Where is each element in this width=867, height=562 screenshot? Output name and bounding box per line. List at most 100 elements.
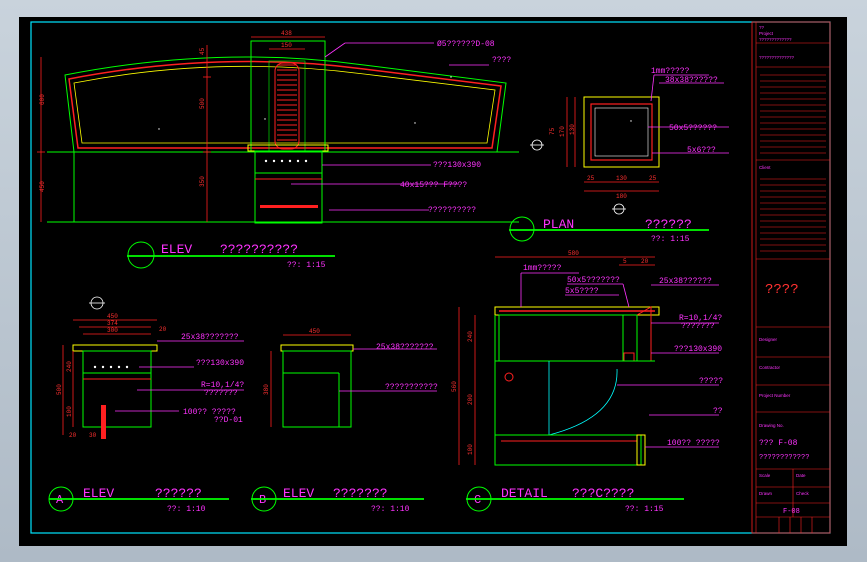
tb-drawing-title: ???? — [765, 282, 799, 298]
detail-c-callout-2: 50x5??????? — [567, 276, 620, 285]
elev-main-dim-h2: 450 — [39, 181, 46, 192]
tb-drawing-no-label: Drawing No. — [759, 423, 784, 428]
detail-c-drawing: 580 560 240 200 100 5 20 1mm????? 50x5??… — [451, 250, 723, 514]
plan-dim-1: 75 — [549, 127, 556, 135]
detail-c-dim-h4: 100 — [467, 444, 474, 455]
elev-a-marker: A — [56, 493, 64, 507]
tb-contractor: Contractor — [759, 365, 781, 370]
detail-c-dim-h2: 240 — [467, 331, 474, 342]
detail-c-callout-1: 1mm????? — [523, 264, 562, 273]
detail-c-dim-w1: 580 — [568, 250, 579, 257]
elev-a-dim-h3: 100 — [66, 406, 73, 417]
elev-a-callout-4: ??????? — [204, 389, 238, 398]
elev-a-title: ELEV — [83, 486, 114, 501]
cad-drawing: 600 450 500 350 45 438 150 Ø5??????D-08 … — [30, 21, 831, 534]
elev-a-dim-h1: 500 — [56, 384, 63, 395]
elev-b-title: ELEV — [283, 486, 314, 501]
plan-dim-7: 25 — [649, 175, 657, 182]
elev-main-scale: ??: 1:15 — [287, 261, 326, 270]
tb-label-3: ????????????? — [759, 37, 792, 42]
elev-main-callout-4: 40x15??? F???? — [400, 181, 467, 190]
detail-c-dim-d1: 5 — [623, 258, 627, 265]
plan-dim-4: 25 — [587, 175, 595, 182]
tb-drawn-label: Drawn — [759, 491, 773, 496]
detail-c-callout-6: ??????? — [681, 322, 715, 331]
elev-b-dim-w1: 450 — [309, 328, 320, 335]
plan-dim-2: 170 — [559, 126, 566, 137]
elev-a-drawing: 450 374 300 20 500 240 100 20 30 25x38??… — [48, 296, 244, 514]
plan-scale: ??: 1:15 — [651, 235, 690, 244]
tb-label-4: ?????????????? — [759, 55, 795, 60]
title-block: ?? Project ????????????? ?????????????? … — [751, 21, 831, 534]
elev-main-dim-top: 438 — [281, 30, 292, 37]
detail-c-callout-9: ?? — [713, 407, 723, 416]
detail-c-title: DETAIL — [501, 486, 548, 501]
detail-c-callout-4: 25x38?????? — [659, 277, 712, 286]
plan-marker — [509, 216, 535, 242]
elev-b-drawing: 450 380 25x38??????? ??????????? B ELEV … — [251, 328, 438, 514]
plan-callout-3: 50x5?????? — [669, 124, 717, 133]
elev-main-drawing: 600 450 500 350 45 438 150 Ø5??????D-08 … — [37, 30, 519, 270]
detail-c-callout-8: ????? — [699, 377, 723, 386]
plan-dim-3: 130 — [569, 124, 576, 135]
detail-c-dim-d2: 20 — [641, 258, 649, 265]
elev-a-dim-w4: 20 — [159, 326, 167, 333]
elev-a-scale: ??: 1:10 — [167, 505, 206, 514]
elev-main-subtitle: ?????????? — [220, 242, 298, 257]
elev-main-dim-h4: 350 — [199, 176, 206, 187]
elev-a-dim-d2: 30 — [89, 432, 97, 439]
elev-main-callout-1: Ø5??????D-08 — [437, 40, 495, 49]
elev-a-dim-d1: 20 — [69, 432, 77, 439]
tb-label-1: ?? — [759, 25, 765, 30]
plan-callout-4: 5x6??? — [687, 146, 716, 155]
elev-main-marker — [127, 241, 155, 269]
elev-main-dim-h1: 600 — [39, 94, 46, 105]
plan-drawing: 75 170 130 25 130 180 25 1mm????? 38x38?… — [509, 67, 729, 244]
elev-a-dim-w1: 450 — [107, 313, 118, 320]
elev-b-callout-1: 25x38??????? — [376, 343, 434, 352]
tb-checked-label: Check — [796, 491, 810, 496]
detail-c-callout-3: 5x5???? — [565, 287, 599, 296]
detail-c-dim-h3: 200 — [467, 394, 474, 405]
detail-c-dim-h1: 560 — [451, 381, 458, 392]
detail-c-subtitle: ???C???? — [572, 486, 634, 501]
tb-project-no: Project Number — [759, 393, 791, 398]
elev-a-subtitle: ?????? — [155, 486, 202, 501]
elev-b-marker: B — [259, 493, 266, 507]
tb-drawing-no: ??? F-08 — [759, 439, 798, 448]
elev-b-dim-h1: 380 — [263, 384, 270, 395]
elev-b-subtitle: ??????? — [333, 486, 388, 501]
elev-a-dim-w3: 300 — [107, 327, 118, 334]
elev-b-callout-2: ??????????? — [385, 383, 438, 392]
detail-c-callout-7: ???130x390 — [674, 345, 722, 354]
elev-main-dim-h5: 45 — [199, 47, 206, 55]
tb-drawing-name: ???????????? — [759, 454, 809, 462]
tb-date-label: Date — [796, 473, 806, 478]
elev-a-dim-w2: 374 — [107, 320, 118, 327]
tb-client: Client — [759, 165, 771, 170]
tb-designer: Designer — [759, 337, 778, 342]
elev-a-callout-6: ??D-01 — [214, 416, 243, 425]
tb-scale-label: Scale — [759, 473, 771, 478]
plan-dim-6: 180 — [616, 193, 627, 200]
elev-main-callout-3: ???130x390 — [433, 161, 481, 170]
elev-main-callout-2: ???? — [492, 56, 511, 65]
elev-main-title: ELEV — [161, 242, 192, 257]
elev-main-dim-h3: 500 — [199, 98, 206, 109]
elev-a-callout-2: ???130x390 — [196, 359, 244, 368]
detail-c-callout-10: 100?? ????? — [667, 439, 720, 448]
elev-main-callout-5: ?????????? — [428, 206, 476, 215]
plan-dim-5: 130 — [616, 175, 627, 182]
elev-a-dim-h2: 240 — [66, 361, 73, 372]
elev-main-dim-inner: 150 — [281, 42, 292, 49]
plan-callout-1: 1mm????? — [651, 67, 690, 76]
tb-label-2: Project — [759, 31, 774, 36]
elev-a-callout-1: 25x38??????? — [181, 333, 239, 342]
plan-callout-2: 38x38?????? — [665, 76, 718, 85]
drawing-sheet: 600 450 500 350 45 438 150 Ø5??????D-08 … — [19, 17, 847, 546]
elev-b-scale: ??: 1:10 — [371, 505, 410, 514]
tb-sheet-no: F-08 — [783, 508, 800, 516]
detail-c-scale: ??: 1:15 — [625, 505, 664, 514]
detail-c-marker: C — [474, 493, 481, 507]
plan-subtitle: ?????? — [645, 217, 692, 232]
